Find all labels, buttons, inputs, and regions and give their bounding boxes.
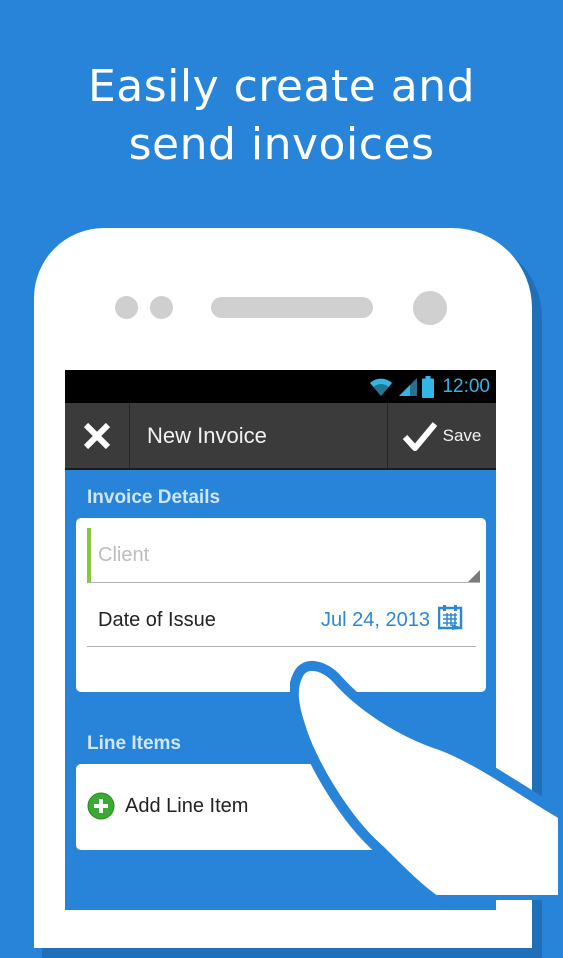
- phone-speaker: [211, 297, 373, 318]
- signal-icon: [399, 377, 418, 396]
- sensor-dot-left: [115, 296, 138, 319]
- date-of-issue-label: Date of Issue: [98, 609, 216, 631]
- invoice-details-heading: Invoice Details: [87, 487, 221, 508]
- save-button[interactable]: Save: [387, 403, 496, 468]
- pointing-hand-illustration: [290, 661, 563, 900]
- dropdown-indicator-icon: [468, 570, 480, 582]
- battery-icon: [422, 375, 435, 398]
- page-title: New Invoice: [147, 423, 267, 448]
- save-label: Save: [442, 425, 482, 445]
- close-button[interactable]: [65, 403, 130, 468]
- add-line-item-label: Add Line Item: [125, 794, 249, 817]
- date-of-issue-value[interactable]: Jul 24, 2013: [321, 609, 430, 632]
- checkmark-icon: [402, 421, 437, 451]
- client-placeholder: Client: [98, 544, 150, 566]
- headline: Easily create and send invoices: [0, 58, 563, 174]
- close-icon: [83, 422, 111, 449]
- phone-camera: [413, 291, 447, 325]
- action-bar: New Invoice Save: [65, 403, 496, 470]
- headline-line-2: send invoices: [128, 119, 435, 170]
- sensor-dot-right: [150, 296, 173, 319]
- date-of-issue-row[interactable]: Date of Issue Jul 24, 2013: [87, 592, 476, 647]
- client-spinner[interactable]: Client: [87, 528, 480, 583]
- calendar-icon[interactable]: [438, 605, 464, 631]
- status-bar: 12:00: [65, 370, 496, 403]
- add-line-item-button[interactable]: Add Line Item: [87, 792, 248, 820]
- status-clock: 12:00: [442, 375, 490, 397]
- line-items-heading: Line Items: [87, 733, 181, 754]
- headline-line-1: Easily create and: [87, 61, 476, 112]
- wifi-icon: [370, 378, 393, 396]
- add-circle-icon: [87, 792, 115, 820]
